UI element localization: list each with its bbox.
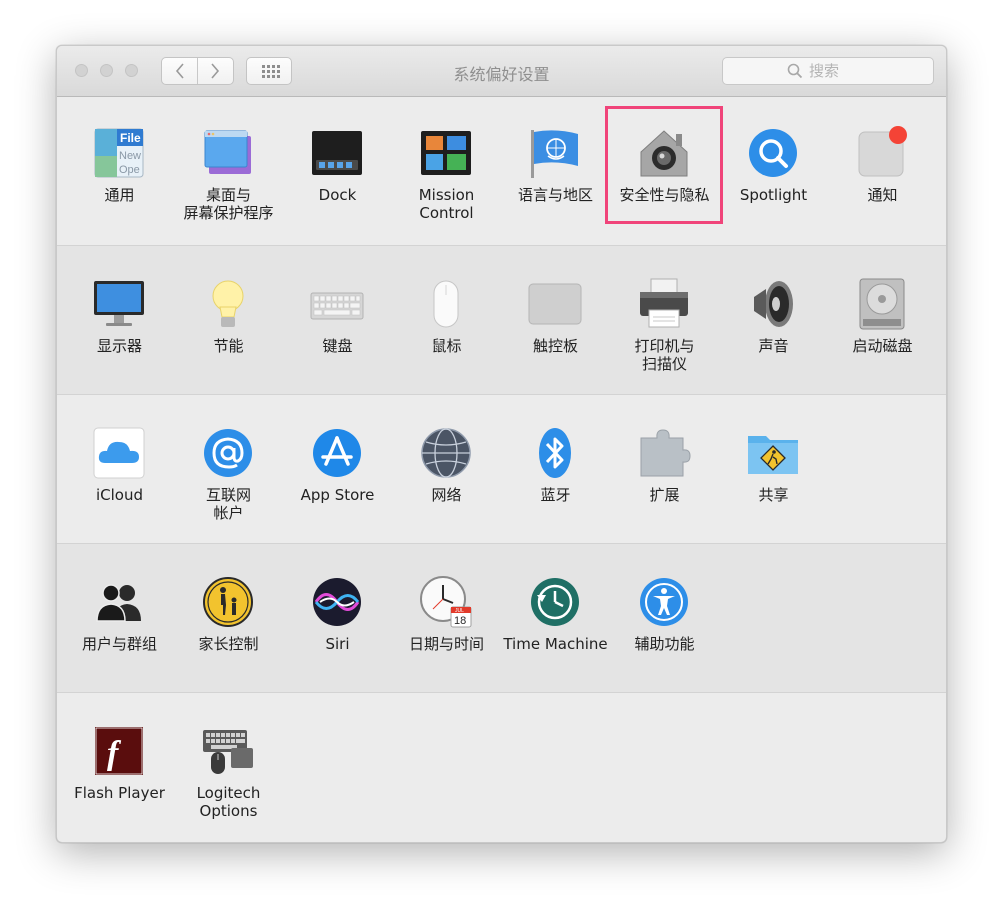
notifications-icon [858, 126, 907, 177]
pref-label: 打印机与 扫描仪 [634, 337, 695, 373]
users-groups-icon [96, 584, 141, 622]
pref-label: 语言与地区 [517, 186, 593, 204]
pref-label: Spotlight [739, 186, 808, 204]
pref-label: 声音 [758, 337, 789, 355]
icloud-icon [93, 427, 145, 479]
pref-label: 启动磁盘 [852, 337, 913, 355]
pref-label: 节能 [213, 337, 244, 355]
svg-text:JUL: JUL [455, 608, 464, 614]
trackpad-icon [528, 283, 582, 325]
selection-highlight [605, 106, 723, 224]
pref-label: 蓝牙 [540, 486, 571, 504]
dock-icon [312, 131, 362, 175]
printer-scanner-icon [640, 278, 688, 328]
pref-label: 通用 [104, 186, 135, 204]
pref-label: Time Machine [503, 635, 608, 653]
svg-text:File: File [120, 131, 141, 145]
time-machine-icon [531, 578, 579, 626]
search-icon [787, 63, 803, 79]
svg-text:18: 18 [454, 615, 466, 627]
pref-label: Logitech Options [196, 784, 261, 820]
desktop-screensaver-icon [204, 130, 251, 174]
pref-label: Siri [325, 635, 350, 653]
sound-icon [754, 281, 793, 327]
pref-label: Mission Control [418, 186, 475, 222]
energy-saver-icon [212, 280, 244, 327]
search-field[interactable] [722, 57, 934, 85]
pref-label: 互联网 帐户 [205, 486, 251, 522]
general-icon: File New Ope [94, 128, 144, 178]
pref-label: Flash Player [74, 784, 165, 802]
flash-player-icon: f [95, 727, 143, 775]
mouse-icon [433, 280, 459, 328]
svg-text:New: New [119, 150, 141, 162]
pref-label: 显示器 [96, 337, 142, 355]
parental-controls-icon [203, 577, 253, 627]
accessibility-icon [640, 578, 688, 626]
pref-label: 日期与时间 [408, 635, 484, 653]
section-internet-wireless: iCloud 互联网 帐户 App Store 网络 蓝牙 扩展 共享 [57, 395, 946, 544]
network-icon [421, 428, 471, 478]
svg-text:Ope: Ope [119, 164, 140, 176]
pref-label: 辅助功能 [634, 635, 695, 653]
app-store-icon [313, 429, 361, 477]
mission-control-icon [421, 131, 471, 175]
logitech-options-icon [203, 730, 253, 774]
system-preferences-window: 系统偏好设置 File New Ope 通用 [56, 45, 947, 843]
pref-label: 扩展 [649, 486, 680, 504]
bluetooth-icon [539, 428, 571, 478]
spotlight-icon [749, 129, 797, 177]
pref-label: 键盘 [322, 337, 353, 355]
pref-label: Dock [318, 186, 357, 204]
pref-label: 通知 [867, 186, 898, 204]
pref-label: iCloud [95, 486, 143, 504]
pref-label: App Store [300, 486, 375, 504]
pref-label: 用户与群组 [81, 635, 157, 653]
pref-label: 桌面与 屏幕保护程序 [183, 186, 274, 222]
siri-icon [313, 578, 361, 626]
startup-disk-icon [859, 278, 905, 330]
pref-label: 鼠标 [431, 337, 462, 355]
internet-accounts-icon [204, 429, 252, 477]
section-hardware: 显示器 节能 键盘 鼠标 触控板 打印机与 扫描仪 声音 启动磁盘 [57, 246, 946, 395]
displays-icon [94, 281, 144, 326]
extensions-icon [640, 429, 691, 477]
date-time-icon: JUL 18 [420, 576, 472, 628]
section-personal: File New Ope 通用 桌面与 屏幕保护程序 Dock Mission … [57, 97, 946, 246]
pref-label: 触控板 [532, 337, 578, 355]
pref-label: 网络 [431, 486, 462, 504]
search-input[interactable] [809, 62, 869, 80]
title-bar: 系统偏好设置 [57, 46, 946, 97]
keyboard-icon [310, 292, 364, 320]
pref-label: 家长控制 [198, 635, 259, 653]
section-system: 用户与群组 家长控制 Siri JUL 18 日期与时间 Time Machin… [57, 544, 946, 693]
pref-label: 共享 [758, 486, 789, 504]
section-other: f Flash Player Logitech Options [57, 693, 946, 842]
language-region-icon [531, 130, 578, 178]
sharing-icon [748, 436, 798, 474]
